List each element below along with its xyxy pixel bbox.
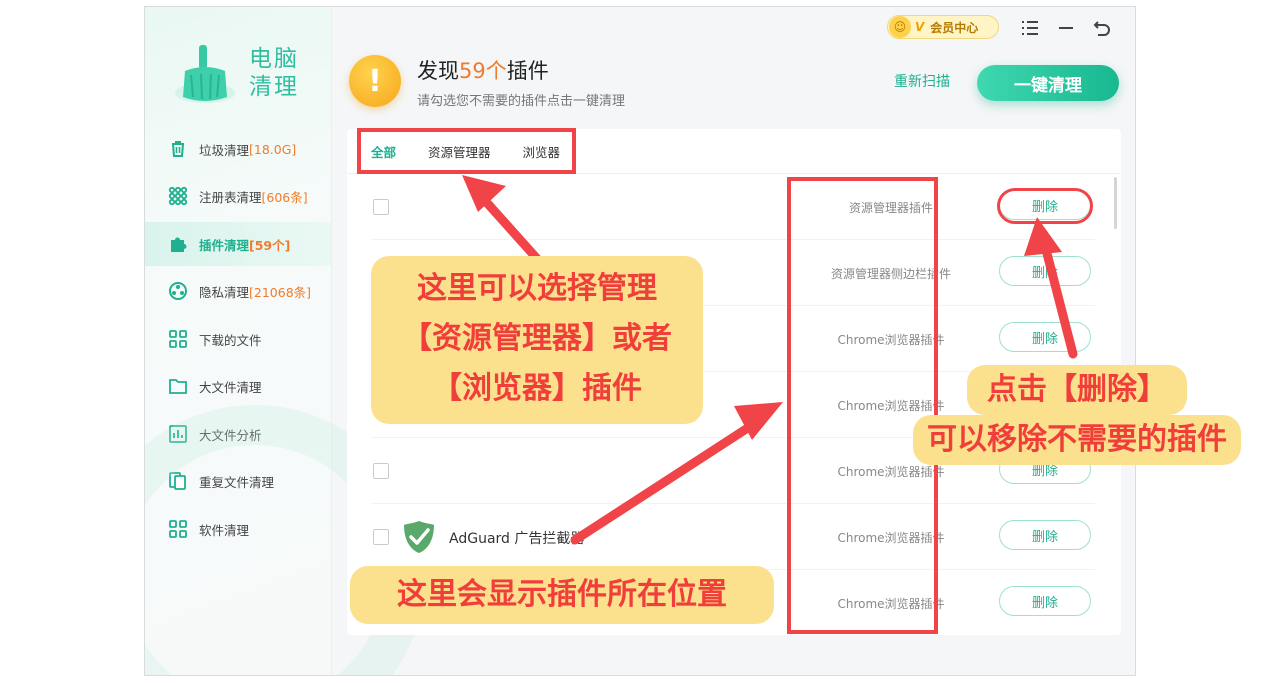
folder-icon xyxy=(167,375,189,397)
logo-text-line1: 电脑 xyxy=(249,46,299,72)
vip-label: 会员中心 xyxy=(930,20,979,35)
sidebar-item-software[interactable]: 软件清理 xyxy=(145,507,331,551)
apps-icon xyxy=(167,518,189,540)
row-checkbox[interactable] xyxy=(373,463,389,479)
sidebar-item-duplicates[interactable]: 重复文件清理 xyxy=(145,459,331,503)
minimize-icon[interactable] xyxy=(1055,17,1077,39)
sidebar-item-file-analysis[interactable]: 大文件分析 xyxy=(145,412,331,456)
title-count: 59个 xyxy=(459,59,507,83)
chart-icon xyxy=(167,423,189,445)
download-icon xyxy=(167,328,189,350)
adguard-shield-icon xyxy=(404,521,434,553)
plugin-name: AdGuard 广告拦截器 xyxy=(449,531,585,547)
row-checkbox[interactable] xyxy=(373,199,389,215)
annotation-tabs-highlight xyxy=(357,128,576,174)
location-callout: 这里会显示插件所在位置 xyxy=(350,566,774,624)
puzzle-icon xyxy=(167,233,189,255)
tabs-callout: 这里可以选择管理 【资源管理器】或者 【浏览器】插件 xyxy=(371,256,703,424)
sidebar-item-plugins[interactable]: 插件清理 [59个] xyxy=(145,222,331,266)
warning-icon: ! xyxy=(349,55,401,107)
vip-avatar-icon: ☺ xyxy=(889,16,911,38)
row-checkbox[interactable] xyxy=(373,529,389,545)
privacy-icon xyxy=(167,280,189,302)
annotation-delete-highlight xyxy=(997,188,1093,224)
back-icon[interactable] xyxy=(1091,17,1113,39)
sidebar-item-label: 隐私清理 xyxy=(199,284,250,300)
sidebar-item-label: 注册表清理 xyxy=(199,189,262,205)
delete-callout-line1: 点击【删除】 xyxy=(967,365,1187,415)
duplicate-icon xyxy=(167,470,189,492)
sidebar-item-label: 下载的文件 xyxy=(199,332,262,348)
sidebar: 电脑 清理 垃圾清理 [18.0G] 注册表清理 [606条] 插件清理 [59个] xyxy=(145,7,425,675)
broom-logo-icon xyxy=(175,45,235,103)
delete-button[interactable]: 删除 xyxy=(999,256,1091,286)
logo-text-line2: 清理 xyxy=(249,74,299,100)
sidebar-item-count: [606条] xyxy=(261,189,308,205)
delete-button[interactable]: 删除 xyxy=(999,520,1091,550)
plugin-row: 资源管理器插件 删除 xyxy=(371,174,1095,240)
page-title: 发现59个插件 xyxy=(417,55,549,85)
sidebar-item-count: [59个] xyxy=(249,237,291,253)
menu-list-icon[interactable] xyxy=(1019,17,1041,39)
app-logo-text: 电脑 清理 xyxy=(249,45,299,101)
sidebar-item-label: 插件清理 xyxy=(199,237,250,253)
registry-icon xyxy=(167,185,189,207)
title-prefix: 发现 xyxy=(417,59,459,83)
vip-badge: V xyxy=(915,20,925,34)
vip-center-button[interactable]: ☺ V 会员中心 xyxy=(887,15,999,39)
title-suffix: 插件 xyxy=(506,59,549,83)
scrollbar[interactable] xyxy=(1114,177,1117,229)
sidebar-item-large-files[interactable]: 大文件清理 xyxy=(145,364,331,408)
tabs-callout-line1: 这里可以选择管理 xyxy=(417,271,657,306)
sidebar-item-count: [21068条] xyxy=(249,284,312,300)
sidebar-item-label: 大文件分析 xyxy=(199,427,262,443)
delete-callout: 点击【删除】 可以移除不需要的插件 xyxy=(884,355,1270,479)
delete-button[interactable]: 删除 xyxy=(999,586,1091,616)
trash-icon xyxy=(167,138,189,160)
tabs-callout-line3: 【浏览器】插件 xyxy=(432,371,642,406)
sidebar-item-label: 垃圾清理 xyxy=(199,142,250,158)
sidebar-item-privacy[interactable]: 隐私清理 [21068条] xyxy=(145,269,331,313)
sidebar-item-registry[interactable]: 注册表清理 [606条] xyxy=(145,174,331,218)
page-subtitle: 请勾选您不需要的插件点击一键清理 xyxy=(417,94,626,109)
delete-button[interactable]: 删除 xyxy=(999,322,1091,352)
rescan-link[interactable]: 重新扫描 xyxy=(894,71,950,91)
sidebar-item-label: 大文件清理 xyxy=(199,379,262,395)
sidebar-item-downloads[interactable]: 下载的文件 xyxy=(145,317,331,361)
delete-callout-line2: 可以移除不需要的插件 xyxy=(913,415,1241,465)
sidebar-item-junk[interactable]: 垃圾清理 [18.0G] xyxy=(145,127,331,171)
tabs-callout-line2: 【资源管理器】或者 xyxy=(402,321,672,356)
one-click-clean-button[interactable]: 一键清理 xyxy=(977,65,1119,101)
sidebar-item-count: [18.0G] xyxy=(249,141,297,157)
plugin-row: AdGuard 广告拦截器 Chrome浏览器插件 删除 xyxy=(371,504,1095,570)
sidebar-item-label: 重复文件清理 xyxy=(199,474,275,490)
sidebar-item-label: 软件清理 xyxy=(199,522,250,538)
